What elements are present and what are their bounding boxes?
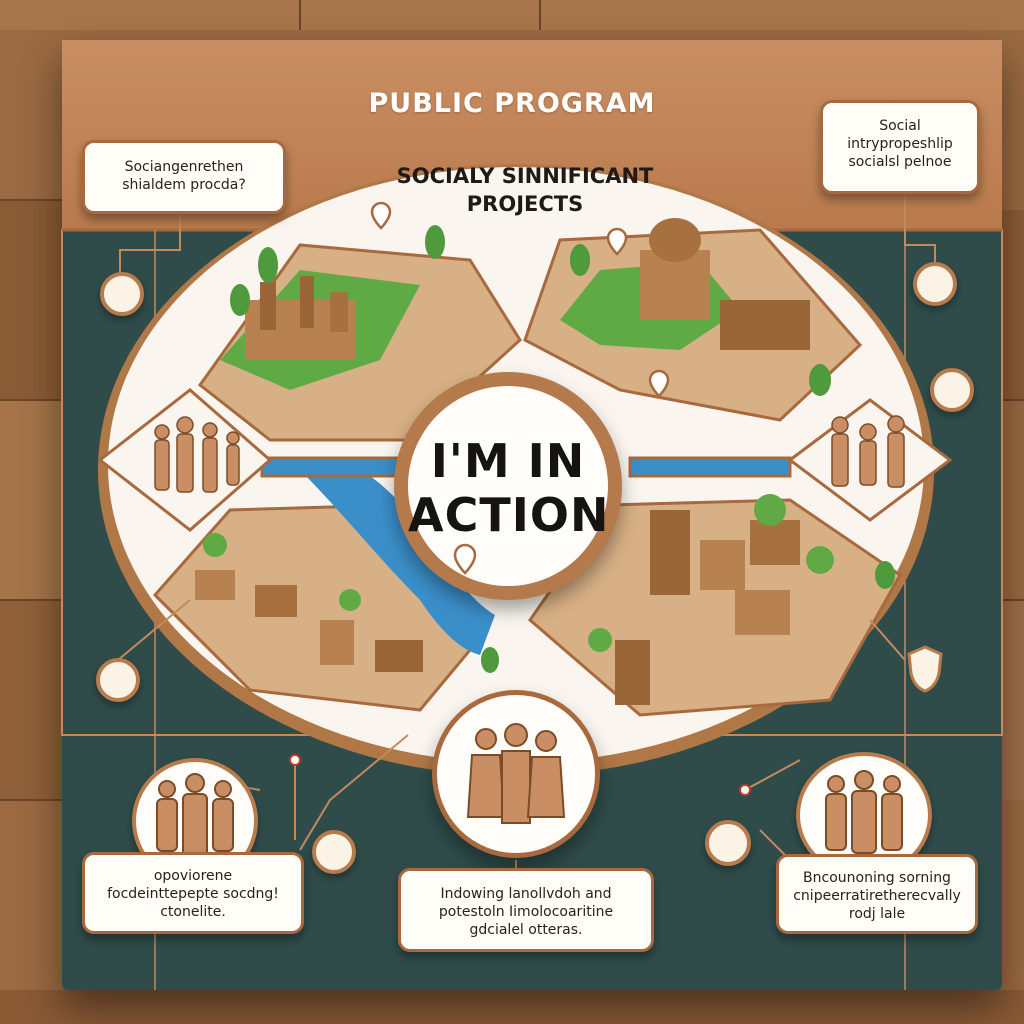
location-pin-icon <box>370 201 392 230</box>
location-pin-icon <box>648 369 670 398</box>
location-pin-icon <box>606 227 628 256</box>
location-pins <box>370 201 670 575</box>
infographic-poster: PUBLIC PROGRAM SOCIALY SINNIFICANT PROJE… <box>0 0 1024 1024</box>
location-pin-icon <box>453 543 477 575</box>
